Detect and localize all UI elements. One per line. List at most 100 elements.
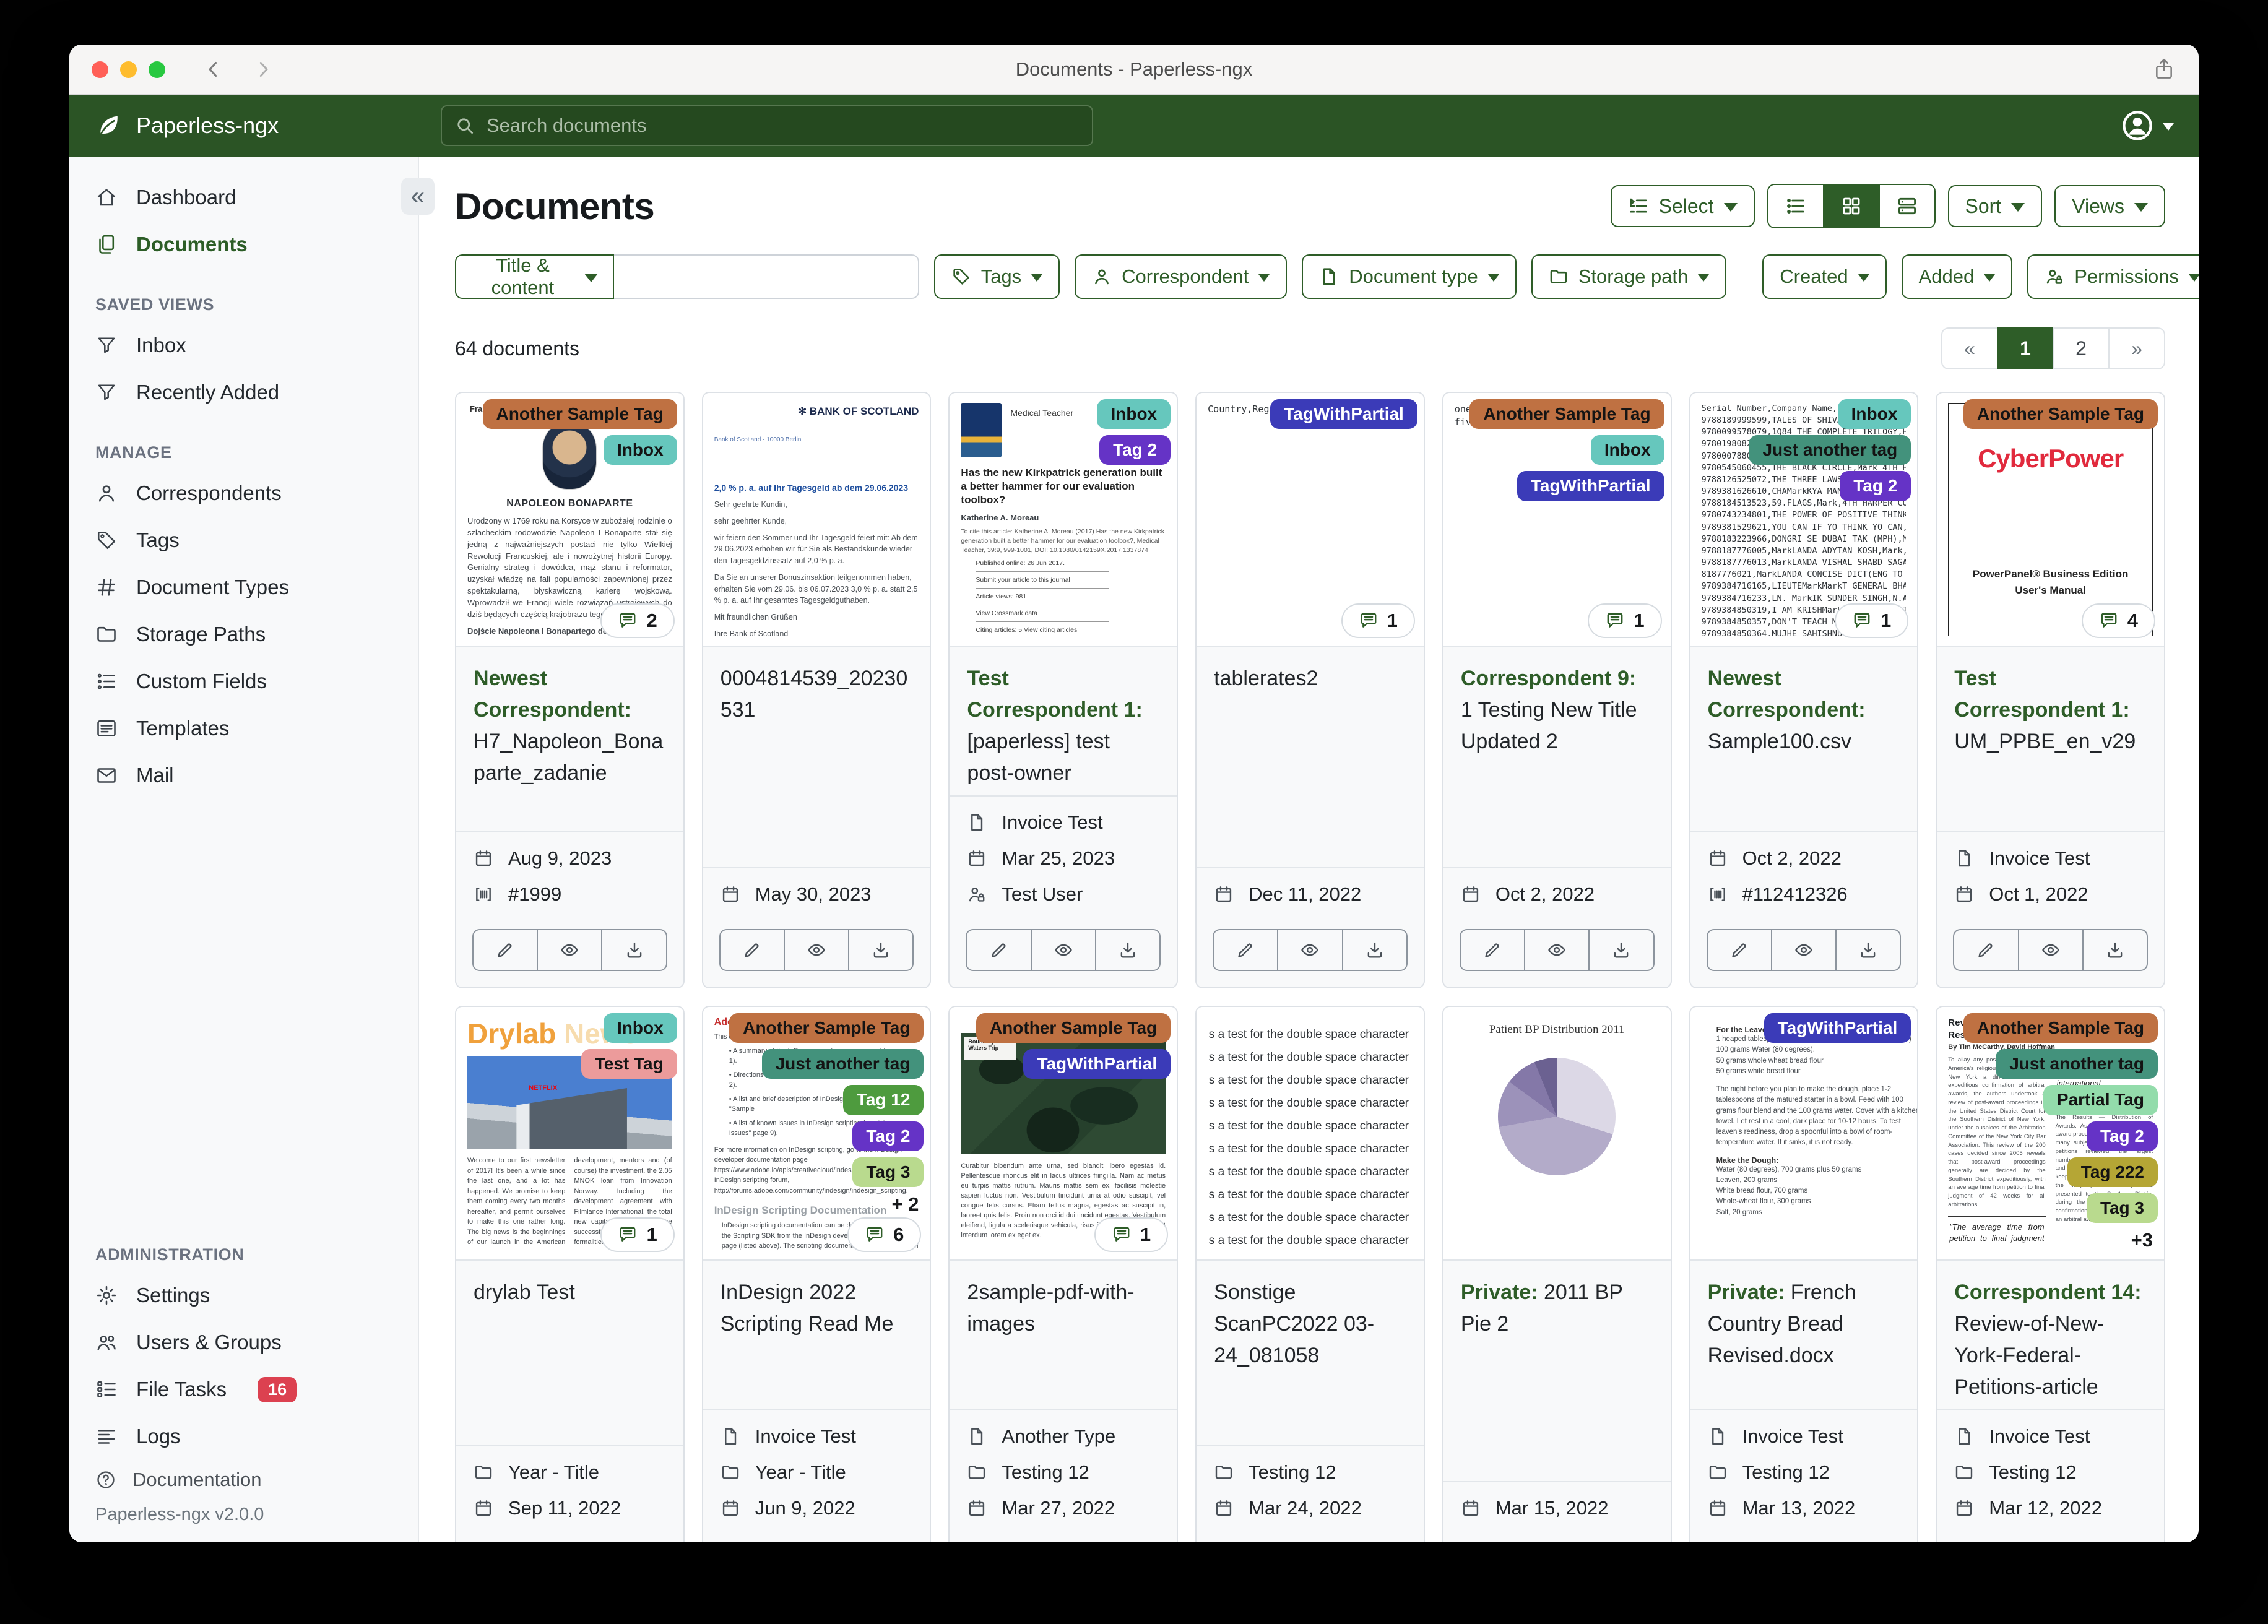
browser-forward-button[interactable]: [252, 58, 274, 80]
document-preview[interactable]: Country,Region/State," TagWithPartial 1: [1197, 393, 1424, 647]
tag-badge[interactable]: Tag 222: [2067, 1157, 2158, 1187]
document-preview[interactable]: For the Leaven1 heaped tablespoon mature…: [1690, 1007, 1918, 1261]
view-list-button[interactable]: [1768, 185, 1823, 227]
tag-badge[interactable]: Test Tag: [581, 1049, 677, 1079]
tag-badge[interactable]: TagWithPartial: [1270, 399, 1418, 430]
sidebar-item-documents[interactable]: Documents: [69, 221, 418, 268]
correspondent-name[interactable]: Private:: [1708, 1281, 1785, 1304]
document-preview[interactable]: ✻ BANK OF SCOTLAND Bank of Scotland · 100…: [703, 393, 930, 647]
minimize-window-button[interactable]: [120, 61, 137, 78]
document-title[interactable]: drylab Test: [456, 1261, 683, 1356]
view-button[interactable]: [1030, 929, 1096, 971]
correspondent-name[interactable]: Private:: [1461, 1281, 1538, 1304]
title-content-input[interactable]: [613, 254, 919, 299]
correspondent-name[interactable]: Correspondent 9:: [1461, 667, 1636, 690]
tag-badge[interactable]: TagWithPartial: [1517, 471, 1664, 501]
document-preview[interactable]: Medical Teacher Has the new Kirkpatrick g…: [950, 393, 1177, 647]
tag-badge[interactable]: TagWithPartial: [1023, 1049, 1171, 1079]
tag-badge[interactable]: Another Sample Tag: [976, 1013, 1171, 1043]
sidebar-item-correspondents[interactable]: Correspondents: [69, 470, 418, 517]
document-preview[interactable]: one,1.0 five,5.0Another Sample TagInboxT…: [1443, 393, 1671, 647]
document-title[interactable]: Sonstige ScanPC2022 03-24_081058: [1197, 1261, 1424, 1378]
page-1-button[interactable]: 1: [1997, 327, 2054, 369]
document-title[interactable]: Correspondent 9: 1 Testing New Title Upd…: [1443, 647, 1671, 764]
tag-badge[interactable]: Inbox: [1097, 399, 1171, 430]
share-icon[interactable]: [2152, 57, 2176, 82]
download-button[interactable]: [1341, 929, 1408, 971]
document-preview[interactable]: Drylab News NETFLIX Welcome to our first n…: [456, 1007, 683, 1261]
document-card[interactable]: This is a test for the double space char…: [1195, 1006, 1425, 1542]
page-next-button[interactable]: »: [2108, 327, 2165, 369]
sidebar-item-settings[interactable]: Settings: [69, 1272, 418, 1319]
correspondent-name[interactable]: Newest Correspondent:: [474, 667, 631, 722]
document-card[interactable]: Patient BP Distribution 2011 Private: 201…: [1442, 1006, 1672, 1542]
document-card[interactable]: Drylab News NETFLIX Welcome to our first n…: [455, 1006, 685, 1542]
close-window-button[interactable]: [92, 61, 108, 78]
document-title[interactable]: Test Correspondent 1: [paperless] test p…: [950, 647, 1177, 795]
document-card[interactable]: AdoThis document contains in• A summary …: [701, 1006, 932, 1542]
comments-badge[interactable]: 1: [1341, 603, 1415, 638]
view-grid-button[interactable]: [1822, 185, 1879, 227]
tag-badge[interactable]: Tag 2: [1099, 435, 1171, 465]
download-button[interactable]: [1835, 929, 1902, 971]
tag-badge[interactable]: TagWithPartial: [1764, 1013, 1911, 1043]
tag-badge[interactable]: Inbox: [604, 435, 677, 465]
edit-button[interactable]: [472, 929, 539, 971]
global-search-input[interactable]: [485, 114, 1080, 137]
comments-badge[interactable]: 4: [2081, 603, 2155, 638]
tag-badge[interactable]: Just another tag: [761, 1049, 924, 1079]
edit-button[interactable]: [1706, 929, 1772, 971]
filter-created-button[interactable]: Created: [1762, 254, 1887, 299]
document-title[interactable]: Private: French Country Bread Revised.do…: [1690, 1261, 1918, 1378]
tag-badge[interactable]: Partial Tag: [2043, 1085, 2158, 1115]
document-title[interactable]: Newest Correspondent: Sample100.csv: [1690, 647, 1918, 764]
sidebar-item-custom-fields[interactable]: Custom Fields: [69, 658, 418, 705]
browser-back-button[interactable]: [202, 58, 225, 80]
download-button[interactable]: [2082, 929, 2148, 971]
sidebar-item-documentation[interactable]: Documentation: [69, 1460, 418, 1500]
sidebar-item-users-groups[interactable]: Users & Groups: [69, 1319, 418, 1366]
download-button[interactable]: [1094, 929, 1161, 971]
view-button[interactable]: [1524, 929, 1590, 971]
edit-button[interactable]: [1953, 929, 2019, 971]
download-button[interactable]: [1588, 929, 1655, 971]
document-card[interactable]: CyberPower PowerPanel® Business Edition Us…: [1936, 392, 2165, 988]
document-card[interactable]: ✻ BANK OF SCOTLAND Bank of Scotland · 100…: [701, 392, 932, 988]
tag-badge[interactable]: Another Sample Tag: [1963, 399, 2158, 430]
comments-badge[interactable]: 1: [1094, 1217, 1169, 1252]
document-card[interactable]: one,1.0 five,5.0Another Sample TagInboxT…: [1442, 392, 1672, 988]
document-title[interactable]: InDesign 2022 Scripting Read Me: [703, 1261, 930, 1356]
maximize-window-button[interactable]: [149, 61, 165, 78]
document-preview[interactable]: Serial Number,Company Name,Employe 97881…: [1690, 393, 1918, 647]
sidebar-item-logs[interactable]: Logs: [69, 1413, 418, 1460]
filter-document-type-button[interactable]: Document type: [1302, 254, 1517, 299]
tag-badge[interactable]: Another Sample Tag: [1469, 399, 1664, 430]
comments-badge[interactable]: 2: [600, 603, 675, 638]
correspondent-name[interactable]: Newest Correspondent:: [1708, 667, 1866, 722]
document-preview[interactable]: AdoThis document contains in• A summary …: [703, 1007, 930, 1261]
brand[interactable]: Paperless-ngx: [94, 111, 441, 140]
sidebar-item-file-tasks[interactable]: File Tasks 16: [69, 1366, 418, 1413]
sidebar-item-tags[interactable]: Tags: [69, 517, 418, 564]
document-preview[interactable]: Review of Arbitral Awards Shows Swift Re…: [1937, 1007, 2164, 1261]
sort-button[interactable]: Sort: [1947, 185, 2043, 227]
select-button[interactable]: Select: [1610, 185, 1755, 227]
sidebar-item-mail[interactable]: Mail: [69, 752, 418, 799]
document-title[interactable]: tablerates2: [1197, 647, 1424, 742]
document-card[interactable]: Country,Region/State," TagWithPartial 1 tab…: [1195, 392, 1425, 988]
document-preview[interactable]: Boundary Waters TripCurabitur bibendum a…: [950, 1007, 1177, 1261]
sidebar-collapse-button[interactable]: «: [401, 178, 435, 215]
correspondent-name[interactable]: Correspondent 14:: [1954, 1281, 2141, 1304]
edit-button[interactable]: [966, 929, 1032, 971]
comments-badge[interactable]: 1: [600, 1217, 675, 1252]
comments-badge[interactable]: 1: [1588, 603, 1662, 638]
document-card[interactable]: Boundary Waters TripCurabitur bibendum a…: [948, 1006, 1179, 1542]
filter-field-button[interactable]: Title & content: [455, 254, 614, 299]
document-title[interactable]: 0004814539_20230531: [703, 647, 930, 742]
view-button[interactable]: [1770, 929, 1837, 971]
comments-badge[interactable]: 1: [1835, 603, 1909, 638]
filter-correspondent-button[interactable]: Correspondent: [1075, 254, 1288, 299]
tag-badge[interactable]: Tag 3: [2086, 1193, 2158, 1224]
document-card[interactable]: For the Leaven1 heaped tablespoon mature…: [1689, 1006, 1919, 1542]
filter-tags-button[interactable]: Tags: [933, 254, 1060, 299]
